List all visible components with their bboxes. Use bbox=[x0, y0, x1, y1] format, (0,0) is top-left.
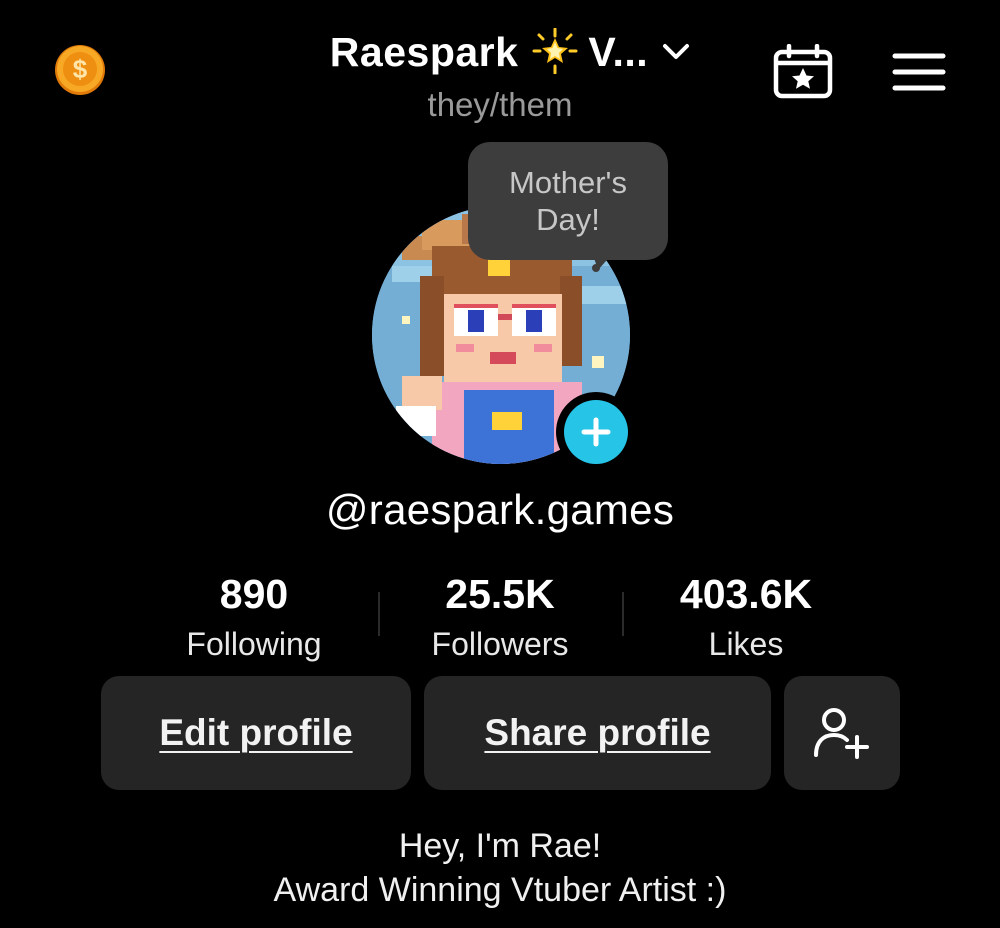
add-story-button[interactable] bbox=[556, 392, 636, 472]
pronouns: they/them bbox=[427, 86, 573, 123]
following-label: Following bbox=[186, 626, 322, 662]
username: @raespark.games bbox=[325, 486, 675, 533]
likes-count: 403.6K bbox=[679, 571, 813, 617]
followers-count: 25.5K bbox=[445, 571, 555, 617]
add-story-circle bbox=[564, 400, 628, 464]
calendar-star-icon[interactable] bbox=[772, 43, 834, 100]
followers-label: Followers bbox=[431, 626, 569, 662]
add-friend-button[interactable] bbox=[784, 676, 900, 790]
stat-likes[interactable]: 403.6K Likes bbox=[626, 568, 866, 668]
profile-display-name: Raespark V... bbox=[329, 28, 649, 75]
bio-line: Award Winning Vtuber Artist :) bbox=[273, 871, 727, 909]
edit-profile-label: Edit profile bbox=[159, 712, 353, 753]
edit-profile-button[interactable]: Edit profile bbox=[101, 676, 411, 790]
add-user-icon bbox=[814, 708, 869, 759]
glowing-star-icon bbox=[532, 28, 578, 74]
tooltip-tail bbox=[592, 252, 614, 272]
likes-label: Likes bbox=[708, 626, 784, 662]
hamburger-menu-icon[interactable] bbox=[892, 52, 946, 92]
bio-line: Hey, I'm Rae! bbox=[398, 827, 602, 865]
bio: Hey, I'm Rae! Award Winning Vtuber Artis… bbox=[150, 824, 850, 912]
share-profile-label: Share profile bbox=[484, 712, 711, 753]
chevron-down-icon bbox=[663, 44, 690, 59]
plus-icon bbox=[581, 417, 611, 447]
share-profile-button[interactable]: Share profile bbox=[424, 676, 771, 790]
coin-icon[interactable]: $ bbox=[54, 44, 106, 96]
stat-divider bbox=[622, 592, 624, 636]
tooltip-text: Mother's Day! bbox=[509, 165, 627, 237]
stat-following[interactable]: 890 Following bbox=[134, 568, 374, 668]
following-count: 890 bbox=[219, 571, 289, 617]
stat-followers[interactable]: 25.5K Followers bbox=[380, 568, 620, 668]
account-switcher[interactable]: Raespark V... bbox=[290, 22, 730, 82]
event-tooltip: Mother's Day! bbox=[468, 142, 668, 260]
svg-text:$: $ bbox=[73, 54, 88, 84]
